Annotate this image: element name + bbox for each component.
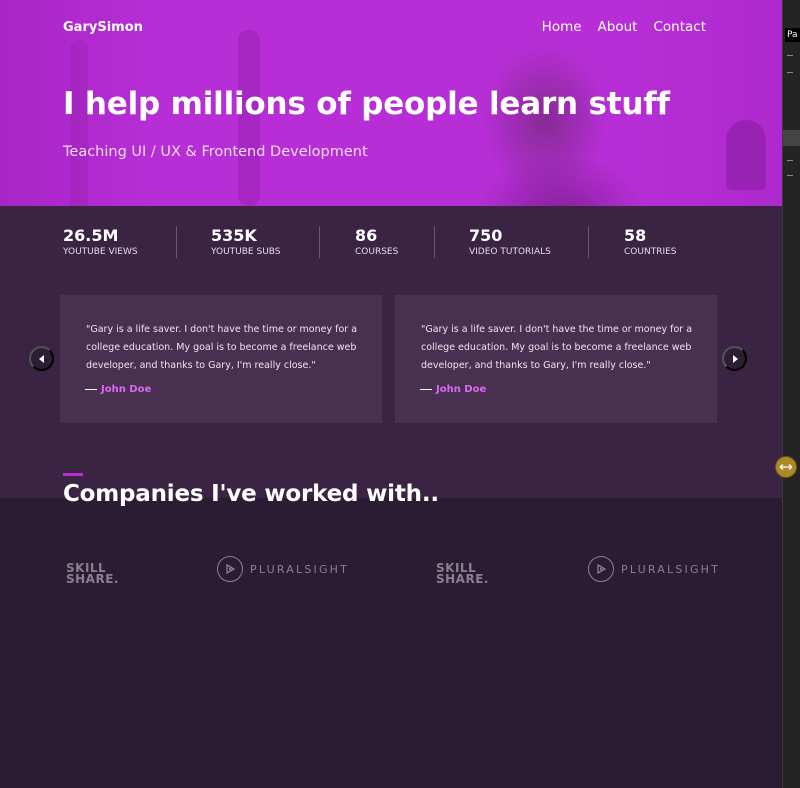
skillshare-logo-line: SHARE. xyxy=(436,572,489,586)
main-nav: Home About Contact xyxy=(542,19,706,35)
stat-divider xyxy=(588,226,589,258)
carousel-prev-button[interactable] xyxy=(29,346,54,371)
devtools-tree-marker[interactable] xyxy=(787,175,793,176)
stat-divider xyxy=(434,226,435,258)
testimonial-author-name: John Doe xyxy=(101,384,152,395)
hero-subtitle: Teaching UI / UX & Frontend Development xyxy=(63,144,368,160)
testimonial-card: "Gary is a life saver. I don't have the … xyxy=(60,295,382,423)
testimonial-quote: "Gary is a life saver. I don't have the … xyxy=(421,324,693,371)
stat-value: 58 xyxy=(624,226,647,245)
pluralsight-logo: PLURALSIGHT xyxy=(217,556,349,582)
background-guitar xyxy=(70,40,88,206)
pluralsight-wordmark: PLURALSIGHT xyxy=(250,562,350,576)
stat-label: YOUTUBE VIEWS xyxy=(63,247,138,257)
stat-item: 58 COUNTRIES xyxy=(624,226,677,257)
stat-value: 26.5M xyxy=(63,226,119,245)
stat-label: COUNTRIES xyxy=(624,247,677,257)
stat-item: 26.5M YOUTUBE VIEWS xyxy=(63,226,138,257)
devtools-selected-row[interactable] xyxy=(783,130,800,146)
caret-left-icon xyxy=(38,354,44,363)
stat-label: YOUTUBE SUBS xyxy=(211,247,281,257)
devtools-panel: Pa xyxy=(782,0,800,788)
companies-title: Companies I've worked with.. xyxy=(63,481,439,507)
skillshare-logo-line: SHARE. xyxy=(66,572,119,586)
play-icon xyxy=(217,556,243,582)
play-icon xyxy=(588,556,614,582)
dash-icon xyxy=(85,389,97,390)
stat-value: 750 xyxy=(469,226,503,245)
testimonial-author: John Doe xyxy=(85,384,151,395)
hero-section: GarySimon Home About Contact I help mill… xyxy=(0,0,782,206)
background-lamp xyxy=(726,120,766,190)
nav-link-about[interactable]: About xyxy=(598,19,638,35)
site-logo[interactable]: GarySimon xyxy=(63,20,143,35)
stat-item: 535K YOUTUBE SUBS xyxy=(211,226,281,257)
devtools-tree-marker[interactable] xyxy=(787,160,793,161)
stat-label: VIDEO TUTORIALS xyxy=(469,247,551,257)
testimonial-author-name: John Doe xyxy=(436,384,487,395)
viewport-resize-handle[interactable] xyxy=(775,456,797,478)
testimonial-author: John Doe xyxy=(420,384,486,395)
pluralsight-wordmark: PLURALSIGHT xyxy=(621,562,721,576)
resize-horizontal-icon xyxy=(779,464,793,470)
page: GarySimon Home About Contact I help mill… xyxy=(0,0,782,788)
section-accent-bar xyxy=(63,473,83,476)
stat-item: 86 COURSES xyxy=(355,226,398,257)
skillshare-logo: SKILL SHARE. xyxy=(66,562,119,586)
stat-divider xyxy=(176,226,177,258)
devtools-tab[interactable]: Pa xyxy=(785,28,800,42)
dash-icon xyxy=(420,389,432,390)
testimonial-card: "Gary is a life saver. I don't have the … xyxy=(395,295,717,423)
caret-right-icon xyxy=(732,354,738,363)
pluralsight-logo: PLURALSIGHT xyxy=(588,556,720,582)
stat-divider xyxy=(319,226,320,258)
stats-row: 26.5M YOUTUBE VIEWS 535K YOUTUBE SUBS 86… xyxy=(0,226,782,266)
carousel-next-button[interactable] xyxy=(722,346,747,371)
stat-label: COURSES xyxy=(355,247,399,257)
devtools-tree-marker[interactable] xyxy=(787,55,793,56)
stat-value: 535K xyxy=(211,226,257,245)
nav-link-contact[interactable]: Contact xyxy=(653,19,706,35)
stat-item: 750 VIDEO TUTORIALS xyxy=(469,226,551,257)
testimonial-quote: "Gary is a life saver. I don't have the … xyxy=(86,324,358,371)
skillshare-logo: SKILL SHARE. xyxy=(436,562,489,586)
stats-testimonials-section: 26.5M YOUTUBE VIEWS 535K YOUTUBE SUBS 86… xyxy=(0,206,782,498)
stat-value: 86 xyxy=(355,226,378,245)
nav-link-home[interactable]: Home xyxy=(542,19,582,35)
devtools-tree-marker[interactable] xyxy=(787,72,793,73)
hero-title: I help millions of people learn stuff xyxy=(63,86,670,122)
